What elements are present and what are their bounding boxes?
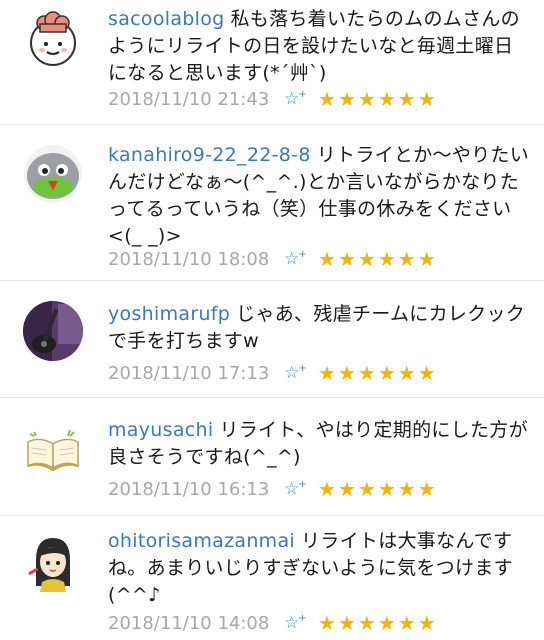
star-icon[interactable]: ★ (358, 479, 376, 499)
star-icon[interactable]: ★ (358, 363, 376, 383)
star-icon[interactable]: ★ (398, 363, 416, 383)
star-icon[interactable]: ★ (318, 363, 336, 383)
star-icon[interactable]: ★ (318, 249, 336, 269)
comment-content: ohitorisamazanmai リライトは大事なんですね。あまりいじりすぎない… (108, 528, 530, 609)
comment-timestamp: 2018/11/10 16:13 (108, 478, 270, 500)
star-icon[interactable]: ★ (378, 249, 396, 269)
guitar-photo-avatar-icon[interactable] (22, 300, 84, 362)
star-rating: ★ ★ ★ ★ ★ ★ (318, 249, 436, 269)
comment-username[interactable]: sacoolablog (108, 8, 224, 30)
add-star-button[interactable]: ☆+ (284, 613, 318, 633)
comment-list: sacoolablog 私も落ち着いたらのムのムさんのようにリライトの日を設けたい… (0, 0, 544, 640)
star-icon[interactable]: ★ (398, 89, 416, 109)
comment-item: mayusachi リライト、やはり定期的にした方が良さそうですね(^_^) 20… (0, 398, 544, 516)
comment-item: kanahiro9-22_22-8-8 リトライとか〜やりたいんだけどなぁ〜(^_… (0, 125, 544, 281)
add-star-button[interactable]: ☆+ (284, 89, 318, 109)
star-icon[interactable]: ★ (398, 613, 416, 633)
star-icon[interactable]: ★ (358, 89, 376, 109)
chef-avatar-icon[interactable] (22, 10, 84, 72)
star-icon[interactable]: ★ (418, 249, 436, 269)
star-icon[interactable]: ★ (338, 249, 356, 269)
star-icon[interactable]: ★ (418, 613, 436, 633)
star-icon[interactable]: ★ (378, 363, 396, 383)
comment-username[interactable]: yoshimarufp (108, 303, 230, 325)
comment-timestamp: 2018/11/10 21:43 (108, 88, 270, 110)
comment-item: yoshimarufp じゃあ、残虐チームにカレクックで手を打ちますw 2018/… (0, 281, 544, 398)
comment-item: sacoolablog 私も落ち着いたらのムのムさんのようにリライトの日を設けたい… (0, 0, 544, 125)
star-icon[interactable]: ★ (378, 89, 396, 109)
comment-meta: 2018/11/10 21:43 ☆+ ★ ★ ★ ★ ★ ★ (108, 86, 436, 112)
open-book-avatar-icon[interactable] (22, 418, 84, 480)
comment-meta: 2018/11/10 16:13 ☆+ ★ ★ ★ ★ ★ ★ (108, 476, 436, 502)
star-icon[interactable]: ★ (318, 89, 336, 109)
star-icon[interactable]: ★ (398, 249, 416, 269)
comment-username[interactable]: kanahiro9-22_22-8-8 (108, 144, 311, 166)
comment-item: ohitorisamazanmai リライトは大事なんですね。あまりいじりすぎない… (0, 516, 544, 640)
comment-username[interactable]: mayusachi (108, 419, 213, 441)
star-rating: ★ ★ ★ ★ ★ ★ (318, 479, 436, 499)
comment-username[interactable]: ohitorisamazanmai (108, 530, 295, 552)
star-icon[interactable]: ★ (338, 479, 356, 499)
comment-content: mayusachi リライト、やはり定期的にした方が良さそうですね(^_^) (108, 417, 530, 471)
star-icon[interactable]: ★ (418, 479, 436, 499)
star-rating: ★ ★ ★ ★ ★ ★ (318, 363, 436, 383)
star-icon[interactable]: ★ (338, 89, 356, 109)
blob-character-avatar-icon[interactable] (22, 143, 84, 205)
star-icon[interactable]: ★ (338, 363, 356, 383)
star-icon[interactable]: ★ (338, 613, 356, 633)
comment-timestamp: 2018/11/10 17:13 (108, 362, 270, 384)
girl-avatar-icon[interactable] (22, 530, 84, 592)
star-rating: ★ ★ ★ ★ ★ ★ (318, 613, 436, 633)
comment-timestamp: 2018/11/10 14:08 (108, 612, 270, 634)
comment-meta: 2018/11/10 17:13 ☆+ ★ ★ ★ ★ ★ ★ (108, 360, 436, 386)
star-icon[interactable]: ★ (418, 89, 436, 109)
comment-content: kanahiro9-22_22-8-8 リトライとか〜やりたいんだけどなぁ〜(^_… (108, 142, 530, 250)
add-star-button[interactable]: ☆+ (284, 479, 318, 499)
comment-content: sacoolablog 私も落ち着いたらのムのムさんのようにリライトの日を設けたい… (108, 6, 530, 87)
star-icon[interactable]: ★ (358, 613, 376, 633)
star-icon[interactable]: ★ (318, 613, 336, 633)
comment-content: yoshimarufp じゃあ、残虐チームにカレクックで手を打ちますw (108, 301, 530, 355)
add-star-button[interactable]: ☆+ (284, 249, 318, 269)
star-icon[interactable]: ★ (418, 363, 436, 383)
star-icon[interactable]: ★ (378, 479, 396, 499)
comment-meta: 2018/11/10 18:08 ☆+ ★ ★ ★ ★ ★ ★ (108, 246, 436, 272)
star-icon[interactable]: ★ (398, 479, 416, 499)
star-icon[interactable]: ★ (358, 249, 376, 269)
add-star-button[interactable]: ☆+ (284, 363, 318, 383)
star-icon[interactable]: ★ (378, 613, 396, 633)
comment-timestamp: 2018/11/10 18:08 (108, 248, 270, 270)
star-rating: ★ ★ ★ ★ ★ ★ (318, 89, 436, 109)
comment-meta: 2018/11/10 14:08 ☆+ ★ ★ ★ ★ ★ ★ (108, 610, 436, 636)
star-icon[interactable]: ★ (318, 479, 336, 499)
